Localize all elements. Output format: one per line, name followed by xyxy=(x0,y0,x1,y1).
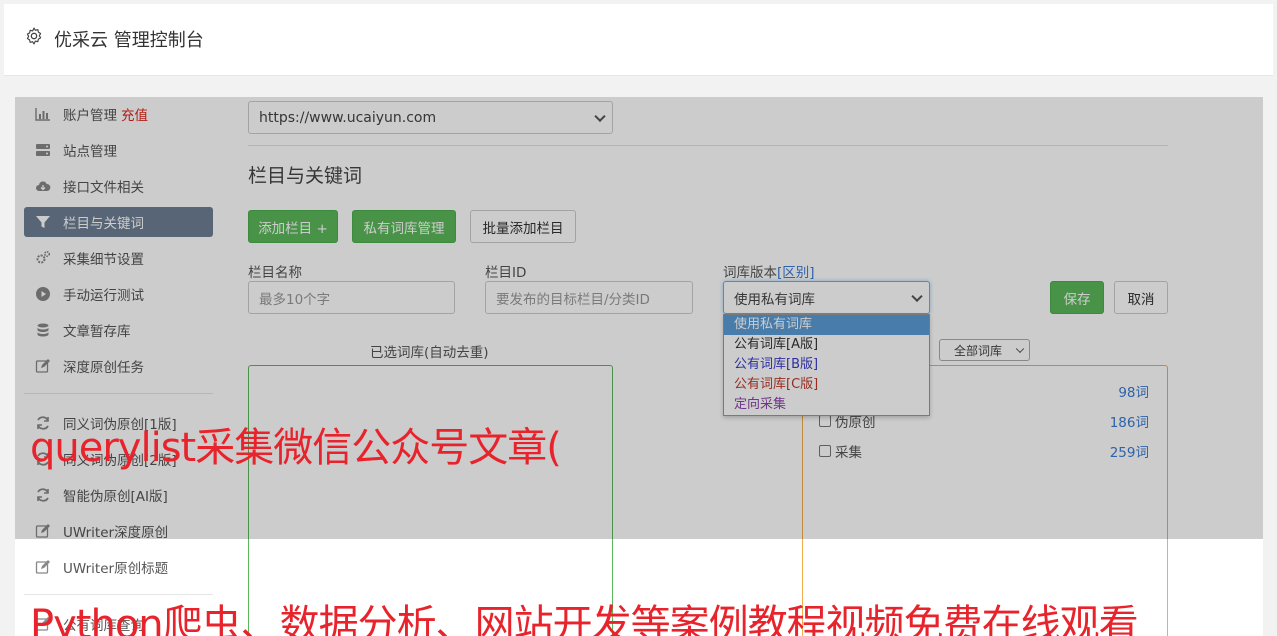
sidebar-item-uwriter-title[interactable]: UWriter原创标题 xyxy=(24,552,213,582)
top-bar: 优采云 管理控制台 xyxy=(4,4,1273,76)
edit-icon xyxy=(35,560,50,574)
gear-icon xyxy=(26,27,42,45)
sidebar-item-label: UWriter原创标题 xyxy=(63,561,169,577)
watermark-text-2: Python爬虫、数据分析、网站开发等案例教程视频免费在线观看 xyxy=(30,602,1139,636)
watermark-text-1: querylist采集微信公众号文章( xyxy=(30,425,562,471)
app-title: 优采云 管理控制台 xyxy=(54,30,204,51)
